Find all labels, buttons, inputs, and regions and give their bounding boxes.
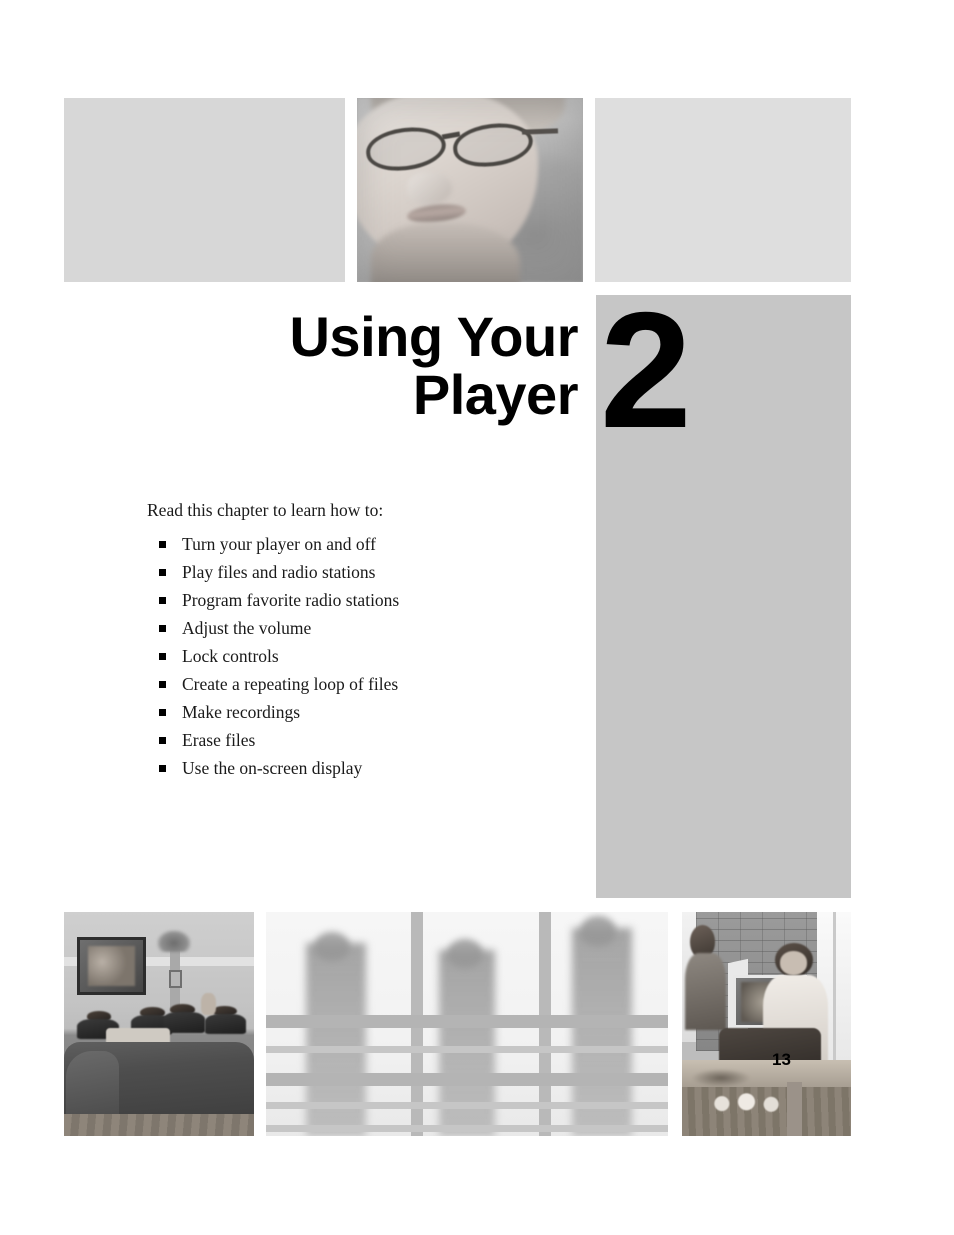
chapter-title: Using Your Player: [289, 305, 578, 426]
square-bullet-icon: [159, 653, 166, 660]
top-portrait-image: [357, 98, 583, 282]
chapter-intro-text: Read this chapter to learn how to:: [147, 500, 384, 520]
square-bullet-icon: [159, 709, 166, 716]
square-bullet-icon: [159, 681, 166, 688]
list-item: Program favorite radio stations: [157, 586, 399, 614]
list-item: Erase files: [157, 726, 399, 754]
list-item-label: Use the on-screen display: [182, 758, 363, 778]
list-item-label: Make recordings: [182, 702, 301, 722]
top-right-placeholder-image: [595, 98, 851, 282]
chapter-opener-page: Using Your Player 2 Read this chapter to…: [0, 0, 954, 1235]
loft-image: [682, 912, 851, 1136]
living-room-image: [64, 912, 254, 1136]
square-bullet-icon: [159, 625, 166, 632]
list-item: Make recordings: [157, 698, 399, 726]
page-number: 13: [772, 1050, 791, 1069]
square-bullet-icon: [159, 765, 166, 772]
list-item-label: Play files and radio stations: [182, 562, 376, 582]
list-item: Turn your player on and off: [157, 530, 399, 558]
list-item-label: Erase files: [182, 730, 256, 750]
list-item-label: Lock controls: [182, 646, 279, 666]
list-item: Use the on-screen display: [157, 754, 399, 782]
top-left-placeholder-image: [64, 98, 345, 282]
list-item: Lock controls: [157, 642, 399, 670]
square-bullet-icon: [159, 597, 166, 604]
square-bullet-icon: [159, 541, 166, 548]
list-item: Play files and radio stations: [157, 558, 399, 586]
list-item-label: Program favorite radio stations: [182, 590, 400, 610]
square-bullet-icon: [159, 569, 166, 576]
chapter-number: 2: [600, 278, 692, 462]
list-item-label: Adjust the volume: [182, 618, 312, 638]
chapter-topic-list: Turn your player on and off Play files a…: [157, 530, 399, 782]
list-item-label: Turn your player on and off: [182, 534, 376, 554]
square-bullet-icon: [159, 737, 166, 744]
silhouettes-image: [266, 912, 668, 1136]
list-item: Adjust the volume: [157, 614, 399, 642]
list-item: Create a repeating loop of files: [157, 670, 399, 698]
list-item-label: Create a repeating loop of files: [182, 674, 399, 694]
